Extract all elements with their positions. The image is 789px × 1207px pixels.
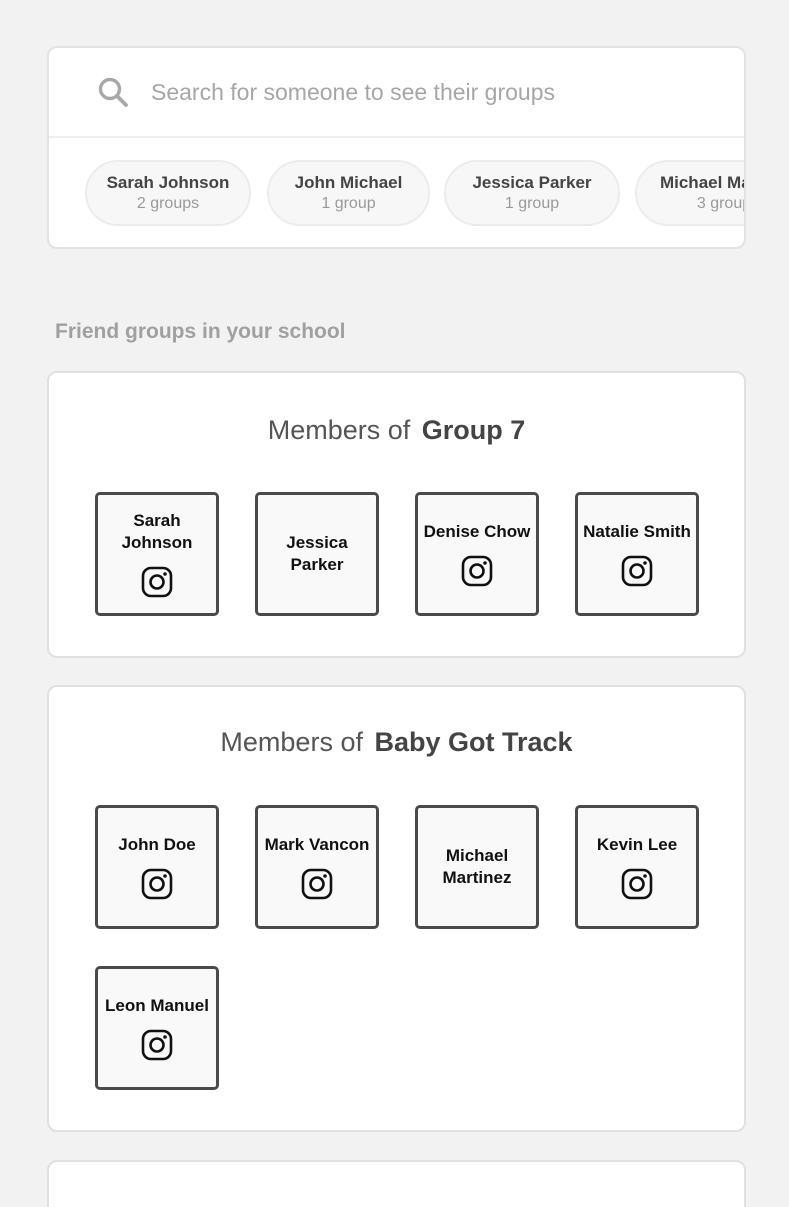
chip-name: John Michael	[294, 173, 403, 192]
chip-name: Michael Martinez	[659, 173, 744, 192]
member-name: Kevin Lee	[596, 835, 678, 854]
instagram-icon[interactable]	[301, 868, 333, 900]
member-tile[interactable]: Kevin Lee	[575, 805, 699, 929]
chip-count: 1 group	[504, 195, 560, 212]
chip-name: Sarah Johnson	[106, 173, 230, 192]
search-card: Sarah Johnson 2 groups John Michael 1 gr…	[47, 46, 746, 249]
instagram-icon[interactable]	[141, 566, 173, 598]
chip-count: 3 groups	[696, 195, 744, 212]
instagram-icon[interactable]	[141, 868, 173, 900]
group-card: Members of Baby Got Track John Doe Mark …	[47, 685, 746, 1132]
chip-name: Jessica Parker	[472, 173, 592, 192]
group-title: Members of Baby Got Track	[49, 727, 744, 758]
member-name: Leon Manuel	[105, 996, 209, 1015]
person-chip[interactable]: Jessica Parker 1 group	[444, 160, 620, 226]
member-name: John Doe	[118, 835, 196, 854]
instagram-icon[interactable]	[621, 868, 653, 900]
member-name: Sarah Johnson	[121, 511, 193, 552]
member-tile[interactable]: Sarah Johnson	[95, 492, 219, 616]
member-name: Mark Vancon	[264, 835, 370, 854]
member-name: Denise Chow	[423, 522, 531, 541]
group-title-prefix: Members of	[220, 727, 363, 757]
chip-count: 1 group	[321, 195, 376, 212]
person-chip[interactable]: John Michael 1 group	[267, 160, 430, 226]
member-tile[interactable]: Denise Chow	[415, 492, 539, 616]
instagram-icon[interactable]	[141, 1029, 173, 1061]
search-icon	[98, 77, 128, 107]
member-tile[interactable]: Leon Manuel	[95, 966, 219, 1090]
section-title: Friend groups in your school	[55, 320, 346, 343]
instagram-icon[interactable]	[461, 555, 493, 587]
chip-count: 2 groups	[136, 195, 200, 212]
group-title-prefix: Members of	[267, 415, 411, 445]
person-chip[interactable]: Sarah Johnson 2 groups	[85, 160, 251, 226]
group-card: Members of Group 7 Sarah Johnson Jessica…	[47, 371, 746, 658]
search-bar	[49, 48, 744, 138]
search-input[interactable]	[151, 78, 671, 106]
group-title: Members of Group 7	[49, 415, 744, 446]
instagram-icon[interactable]	[621, 555, 653, 587]
member-tile[interactable]: Jessica Parker	[255, 492, 379, 616]
member-tile[interactable]: John Doe	[95, 805, 219, 929]
member-tile[interactable]: Mark Vancon	[255, 805, 379, 929]
person-chip[interactable]: Michael Martinez 3 groups	[635, 160, 744, 226]
group-name: Baby Got Track	[374, 727, 573, 757]
person-chip-list: Sarah Johnson 2 groups John Michael 1 gr…	[49, 138, 744, 247]
member-name: Jessica Parker	[286, 533, 348, 574]
group-card	[47, 1160, 746, 1207]
member-tile[interactable]: Michael Martinez	[415, 805, 539, 929]
member-name: Michael Martinez	[442, 846, 512, 887]
member-name: Natalie Smith	[583, 522, 691, 541]
group-name: Group 7	[421, 415, 526, 445]
member-tile[interactable]: Natalie Smith	[575, 492, 699, 616]
